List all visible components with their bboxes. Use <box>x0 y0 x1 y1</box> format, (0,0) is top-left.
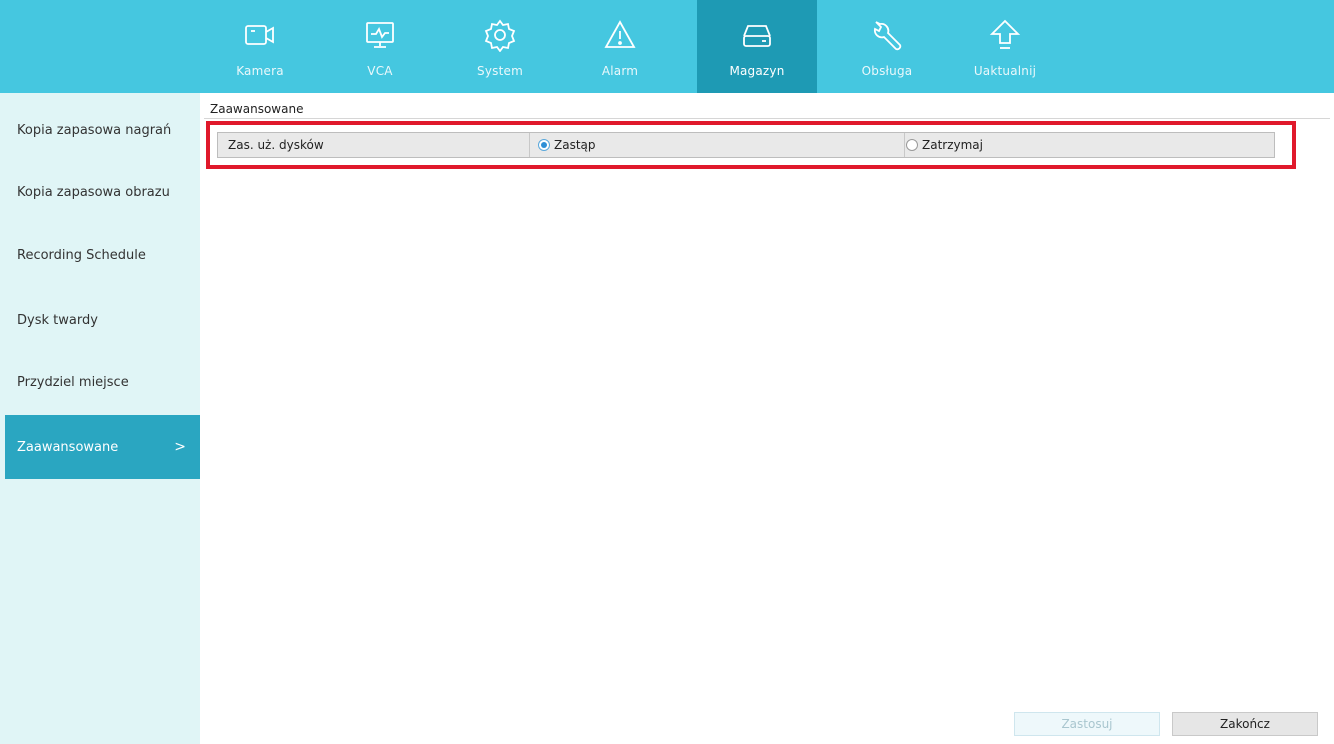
monitor-chart-icon <box>363 18 397 52</box>
radio-label: Zastąp <box>554 138 596 152</box>
nav-label: Magazyn <box>729 64 785 78</box>
sidebar-item-kopia-obrazu[interactable]: Kopia zapasowa obrazu <box>5 160 200 224</box>
nav-item-magazyn[interactable]: Magazyn <box>697 0 817 93</box>
nav-label: Obsługa <box>861 64 913 78</box>
sidebar-item-label: Kopia zapasowa obrazu <box>17 184 170 200</box>
sidebar-item-dysk-twardy[interactable]: Dysk twardy <box>5 288 200 352</box>
row-divider <box>529 133 530 157</box>
close-button[interactable]: Zakończ <box>1172 712 1318 736</box>
radio-selected-icon[interactable] <box>538 139 550 151</box>
row-divider <box>904 133 905 157</box>
upload-arrow-icon <box>988 18 1022 52</box>
nav-item-uaktualnij[interactable]: Uaktualnij <box>945 0 1065 93</box>
sidebar-item-label: Recording Schedule <box>17 247 146 263</box>
sidebar-item-kopia-nagran[interactable]: Kopia zapasowa nagrań <box>5 98 200 162</box>
sidebar-item-label: Przydziel miejsce <box>17 374 129 390</box>
nav-label: VCA <box>367 64 393 78</box>
gear-icon <box>483 18 517 52</box>
chevron-right-icon: > <box>174 439 186 455</box>
setting-label: Zas. uż. dysków <box>228 138 324 152</box>
sidebar-item-label: Dysk twardy <box>17 312 98 328</box>
radio-option-zastap[interactable]: Zastąp <box>538 138 596 152</box>
storage-drive-icon <box>740 18 774 52</box>
nav-label: Alarm <box>601 64 639 78</box>
nav-item-vca[interactable]: VCA <box>320 0 440 93</box>
wrench-icon <box>870 18 904 52</box>
sidebar-item-recording-schedule[interactable]: Recording Schedule <box>5 223 200 287</box>
nav-label: Kamera <box>236 64 284 78</box>
nav-item-system[interactable]: System <box>440 0 560 93</box>
radio-label: Zatrzymaj <box>922 138 983 152</box>
camera-icon <box>243 18 277 52</box>
radio-unselected-icon[interactable] <box>906 139 918 151</box>
sidebar-item-label: Zaawansowane <box>17 439 119 455</box>
disk-usage-setting-row: Zas. uż. dysków Zastąp Zatrzymaj <box>217 132 1275 158</box>
radio-option-zatrzymaj[interactable]: Zatrzymaj <box>906 138 983 152</box>
top-nav-bar: Kamera VCA System Alarm Magazyn Obsługa … <box>0 0 1334 93</box>
sidebar-item-label: Kopia zapasowa nagrań <box>17 122 172 138</box>
sidebar-item-zaawansowane[interactable]: Zaawansowane > <box>5 415 200 479</box>
tab-zaawansowane[interactable]: Zaawansowane <box>210 102 304 119</box>
nav-item-alarm[interactable]: Alarm <box>560 0 680 93</box>
tab-divider <box>204 118 1330 119</box>
sidebar-item-przydziel-miejsce[interactable]: Przydziel miejsce <box>5 350 200 414</box>
nav-item-obsluga[interactable]: Obsługa <box>827 0 947 93</box>
warning-icon <box>603 18 637 52</box>
apply-button[interactable]: Zastosuj <box>1014 712 1160 736</box>
nav-label: System <box>477 64 523 78</box>
nav-label: Uaktualnij <box>973 64 1037 78</box>
nav-item-kamera[interactable]: Kamera <box>200 0 320 93</box>
